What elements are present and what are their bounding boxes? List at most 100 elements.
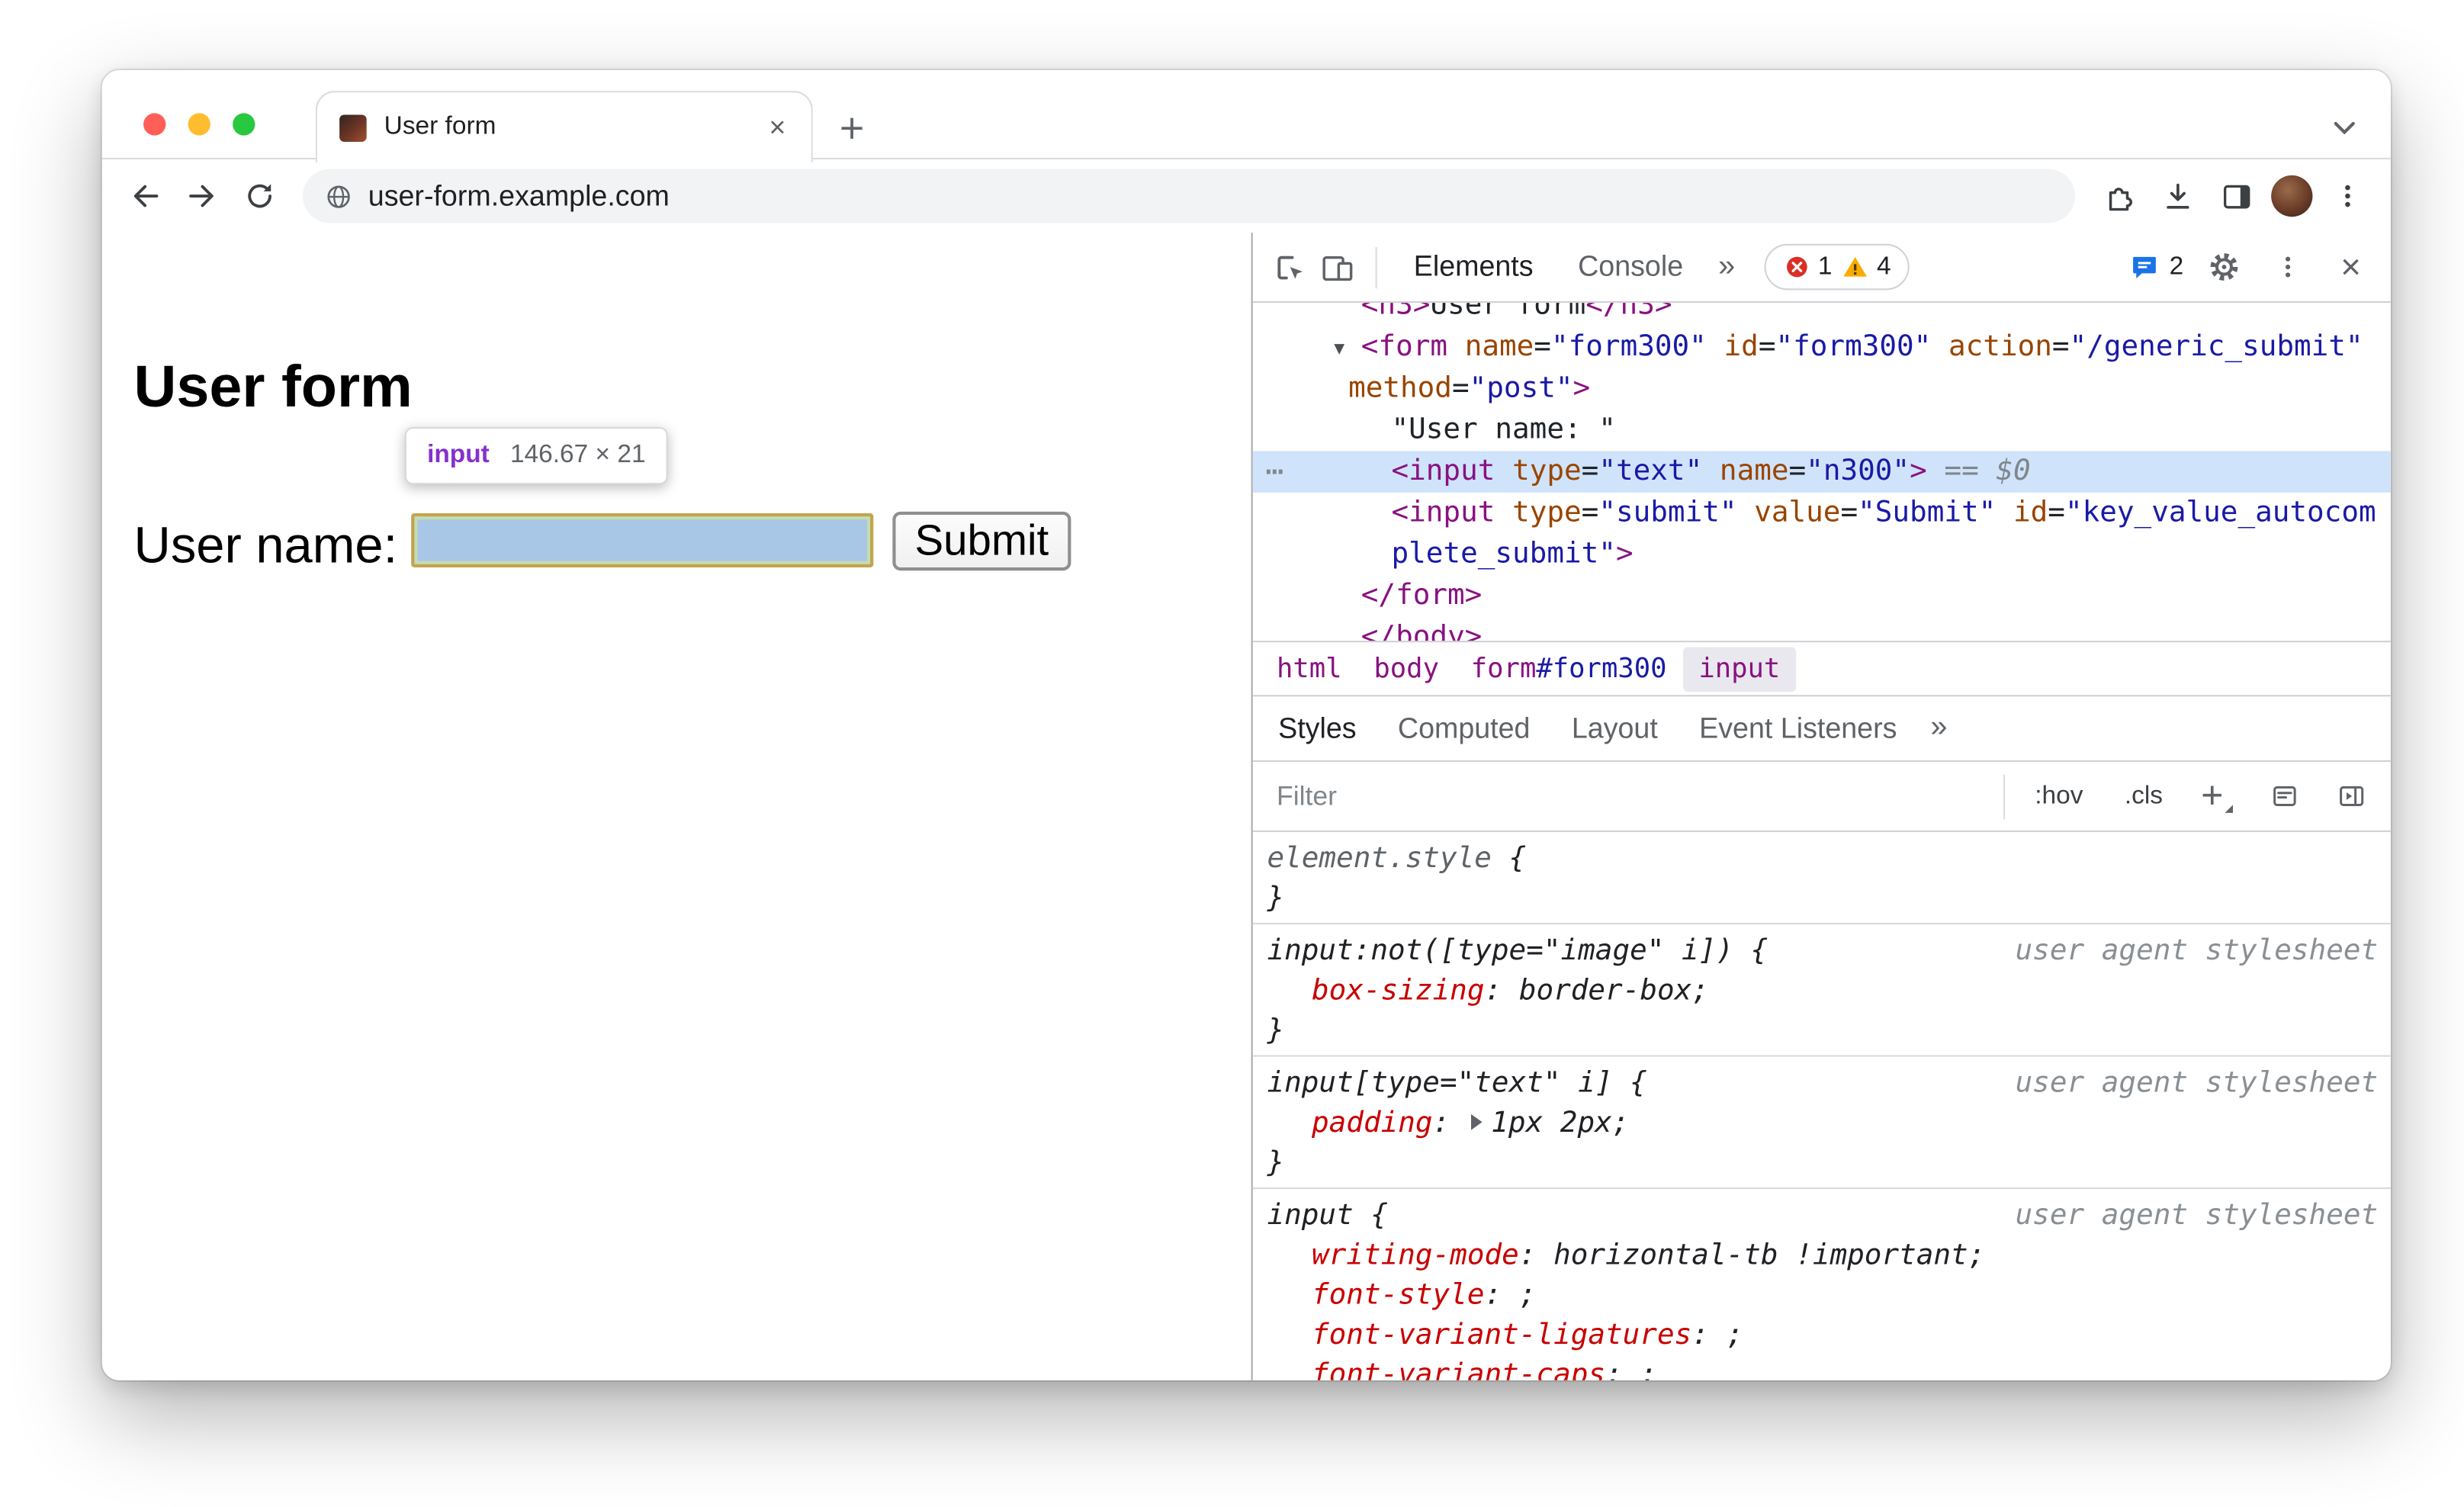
favicon [339, 114, 367, 141]
more-sidebar-tabs-button[interactable]: » [1918, 711, 1961, 746]
css-property[interactable]: font-variant-caps: ; [1253, 1354, 2391, 1380]
stylesheet-origin: user agent stylesheet [2015, 1198, 2379, 1232]
browser-window: User form × user-form.example.com User f… [101, 69, 2391, 1380]
style-rule: input:not([type="image" i]) {user agent … [1252, 924, 2391, 1057]
expand-arrow-icon[interactable]: ▼ [1334, 329, 1344, 370]
devtools-panel: Elements Console » 1 4 2 × <h3>User form… [1251, 233, 2391, 1380]
toggle-hover-state-button[interactable]: :hov [2024, 782, 2094, 811]
profile-avatar[interactable] [2271, 175, 2313, 217]
back-button[interactable] [121, 172, 169, 220]
overflow-dots-icon[interactable]: ⋯ [1265, 451, 1283, 492]
devtools-settings-button[interactable] [2199, 243, 2247, 291]
tree-row[interactable]: </form> [1253, 575, 2391, 616]
new-tab-button[interactable] [827, 104, 875, 152]
forward-arrow-icon [189, 185, 214, 207]
warning-icon [1842, 257, 1867, 277]
expand-shorthand-icon[interactable] [1470, 1113, 1482, 1130]
css-property[interactable]: font-variant-ligatures: ; [1253, 1315, 2391, 1354]
stage: User form × user-form.example.com User f… [0, 0, 2464, 1507]
reload-button[interactable] [236, 172, 284, 220]
collapse-sidebar-icon [2339, 786, 2363, 806]
syntax-token-plain: "User name: " [1391, 413, 1616, 447]
tree-row[interactable]: plete_submit"> [1253, 534, 2391, 575]
extensions-button[interactable] [2094, 172, 2142, 220]
elements-tree: <h3>User form</h3> ▼ <form name="form300" … [1252, 303, 2391, 641]
css-property[interactable]: padding: 1px 2px; [1253, 1103, 2391, 1142]
syntax-token-attr: value [1754, 495, 1841, 529]
syntax-token-plain: = [1534, 329, 1551, 364]
syntax-token-val: "form300" [1775, 329, 1932, 364]
breadcrumb-item-html[interactable]: html [1261, 646, 1357, 691]
device-toolbar-button[interactable] [1313, 243, 1361, 291]
tab-computed[interactable]: Computed [1377, 696, 1551, 760]
tree-row[interactable]: <h3>User form</h3> [1253, 303, 2391, 326]
plus-icon: + [2201, 773, 2224, 818]
property-name: font-variant-caps [1311, 1358, 1606, 1380]
rule-selector[interactable]: input:not([type="image" i]) {user agent … [1253, 931, 2391, 971]
address-bar[interactable]: user-form.example.com [303, 169, 2076, 223]
syntax-token-plain: ; [1691, 973, 1709, 1007]
css-property[interactable]: writing-mode: horizontal-tb !important; [1253, 1235, 2391, 1275]
css-property[interactable]: box-sizing: border-box; [1253, 971, 2391, 1011]
username-input[interactable] [411, 513, 874, 568]
rule-selector[interactable]: element.style { [1253, 838, 2391, 878]
inspect-element-button[interactable] [1265, 243, 1313, 291]
tab-console[interactable]: Console [1556, 233, 1706, 301]
plus-icon [840, 117, 862, 138]
breadcrumb-item-input[interactable]: input [1682, 646, 1797, 691]
devtools-close-button[interactable]: × [2327, 243, 2375, 291]
globe-icon[interactable] [325, 182, 352, 210]
submit-button[interactable]: Submit [892, 511, 1071, 571]
close-brace: } [1267, 1014, 1285, 1048]
tree-row[interactable]: </body> [1253, 617, 2391, 641]
syntax-token-plain: : [1484, 1278, 1519, 1312]
kebab-menu-icon [2284, 256, 2290, 278]
rule-selector[interactable]: input {user agent stylesheet [1253, 1195, 2391, 1235]
tree-row[interactable]: ⋯ <input type="text" name="n300"> == $0 [1252, 451, 2391, 493]
syntax-token-plain: = [1788, 454, 1807, 488]
rendering-settings-button[interactable] [2260, 773, 2308, 821]
side-panel-button[interactable] [2212, 172, 2260, 220]
tab-close-icon[interactable]: × [763, 110, 792, 145]
syntax-token-tag: input [1698, 652, 1781, 685]
rule-selector[interactable]: input[type="text" i] {user agent stylesh… [1253, 1063, 2391, 1103]
syntax-token-attr: id [1724, 329, 1759, 364]
tree-row[interactable]: method="post"> [1253, 368, 2391, 410]
style-rule: input {user agent stylesheet writing-mode… [1253, 1189, 2391, 1380]
new-style-rule-button[interactable]: + [2193, 773, 2241, 818]
syntax-token-plain: ; [1726, 1318, 1744, 1352]
css-property[interactable]: font-style: ; [1253, 1275, 2391, 1315]
devtools-menu-button[interactable] [2263, 243, 2311, 291]
syntax-token-plain: ; [1611, 1106, 1630, 1140]
show-sidebar-button[interactable] [2327, 773, 2375, 821]
tab-styles[interactable]: Styles [1258, 696, 1377, 760]
downloads-button[interactable] [2153, 172, 2201, 220]
reload-icon [248, 184, 271, 208]
selector-text: element.style [1267, 841, 1492, 876]
filter-input[interactable] [1277, 780, 1984, 812]
tab-elements[interactable]: Elements [1391, 233, 1555, 301]
console-status-button[interactable]: 1 4 [1763, 243, 1910, 291]
syntax-token-val: "post" [1469, 371, 1573, 405]
devtools-toolbar: Elements Console » 1 4 2 × [1252, 233, 2391, 304]
tree-row[interactable]: "User name: " [1253, 410, 2391, 451]
browser-tab[interactable]: User form × [315, 91, 813, 163]
syntax-token-plain: = [1451, 371, 1470, 405]
tabstrip-chevron-icon[interactable] [2321, 105, 2369, 150]
tree-row[interactable]: <input type="submit" value="Submit" id="… [1253, 493, 2391, 534]
breadcrumb-item-form[interactable]: form#form300 [1455, 646, 1683, 691]
syntax-token-tag: <input [1391, 495, 1495, 529]
breadcrumb-item-body[interactable]: body [1358, 646, 1455, 691]
tab-layout[interactable]: Layout [1551, 696, 1679, 760]
window-zoom-button[interactable] [233, 113, 255, 136]
browser-menu-button[interactable] [2324, 172, 2372, 220]
more-panels-button[interactable]: » [1705, 249, 1748, 284]
inspect-tooltip: input 146.67 × 21 [404, 427, 668, 485]
window-close-button[interactable] [143, 113, 166, 136]
forward-button[interactable] [178, 172, 226, 220]
issues-button[interactable]: 2 [2129, 252, 2183, 282]
tree-row[interactable]: ▼ <form name="form300" id="form300" actio… [1253, 326, 2391, 368]
window-minimize-button[interactable] [188, 113, 210, 136]
tab-event-listeners[interactable]: Event Listeners [1679, 696, 1918, 760]
toggle-classes-button[interactable]: .cls [2113, 782, 2173, 811]
